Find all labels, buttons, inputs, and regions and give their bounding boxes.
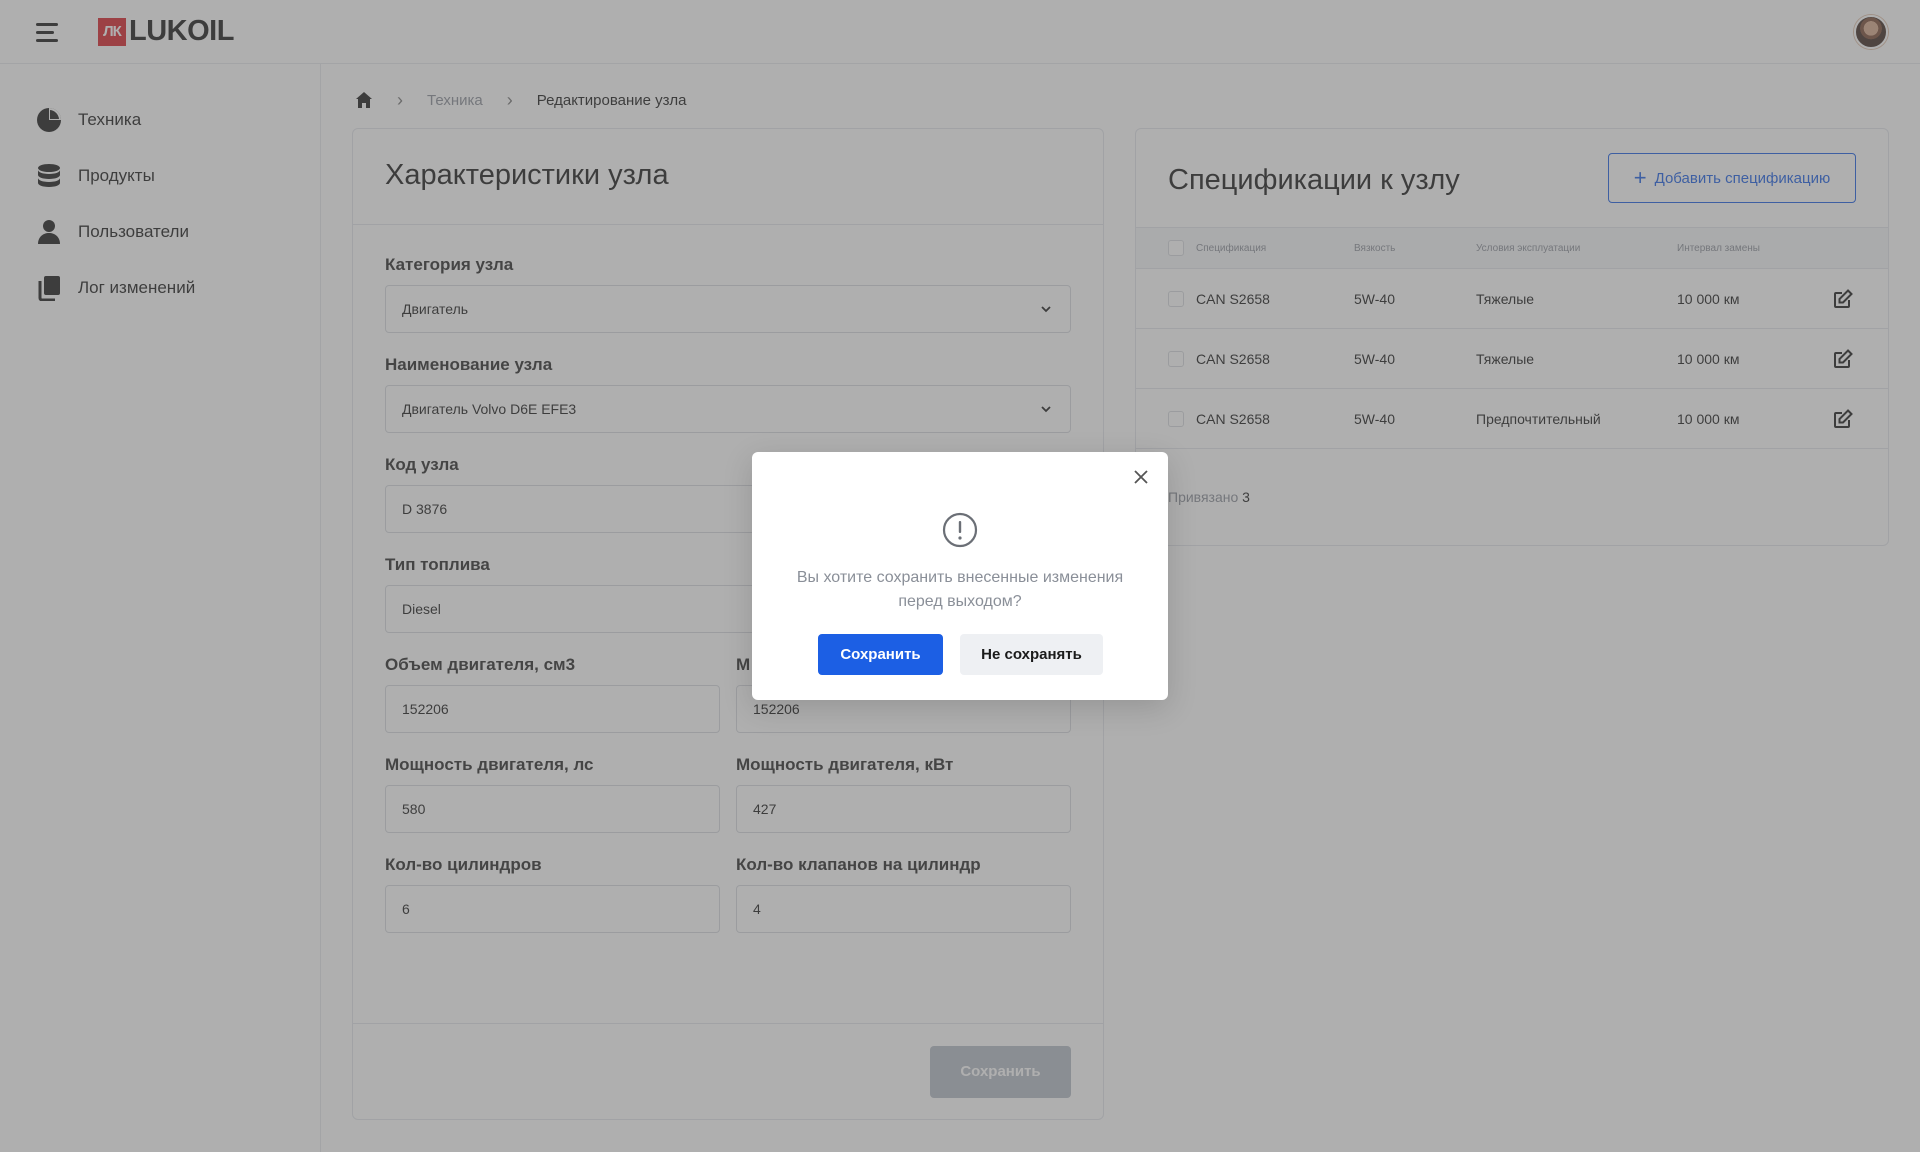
- close-icon[interactable]: [1132, 468, 1150, 486]
- dont-save-button[interactable]: Не сохранять: [960, 634, 1103, 675]
- save-changes-dialog: Вы хотите сохранить внесенные изменения …: [752, 452, 1168, 700]
- dialog-message: Вы хотите сохранить внесенные изменения …: [796, 569, 1124, 610]
- confirm-save-button[interactable]: Сохранить: [818, 634, 943, 675]
- dialog-actions: Сохранить Не сохранять: [818, 634, 1103, 675]
- alert-circle-icon: [942, 512, 978, 548]
